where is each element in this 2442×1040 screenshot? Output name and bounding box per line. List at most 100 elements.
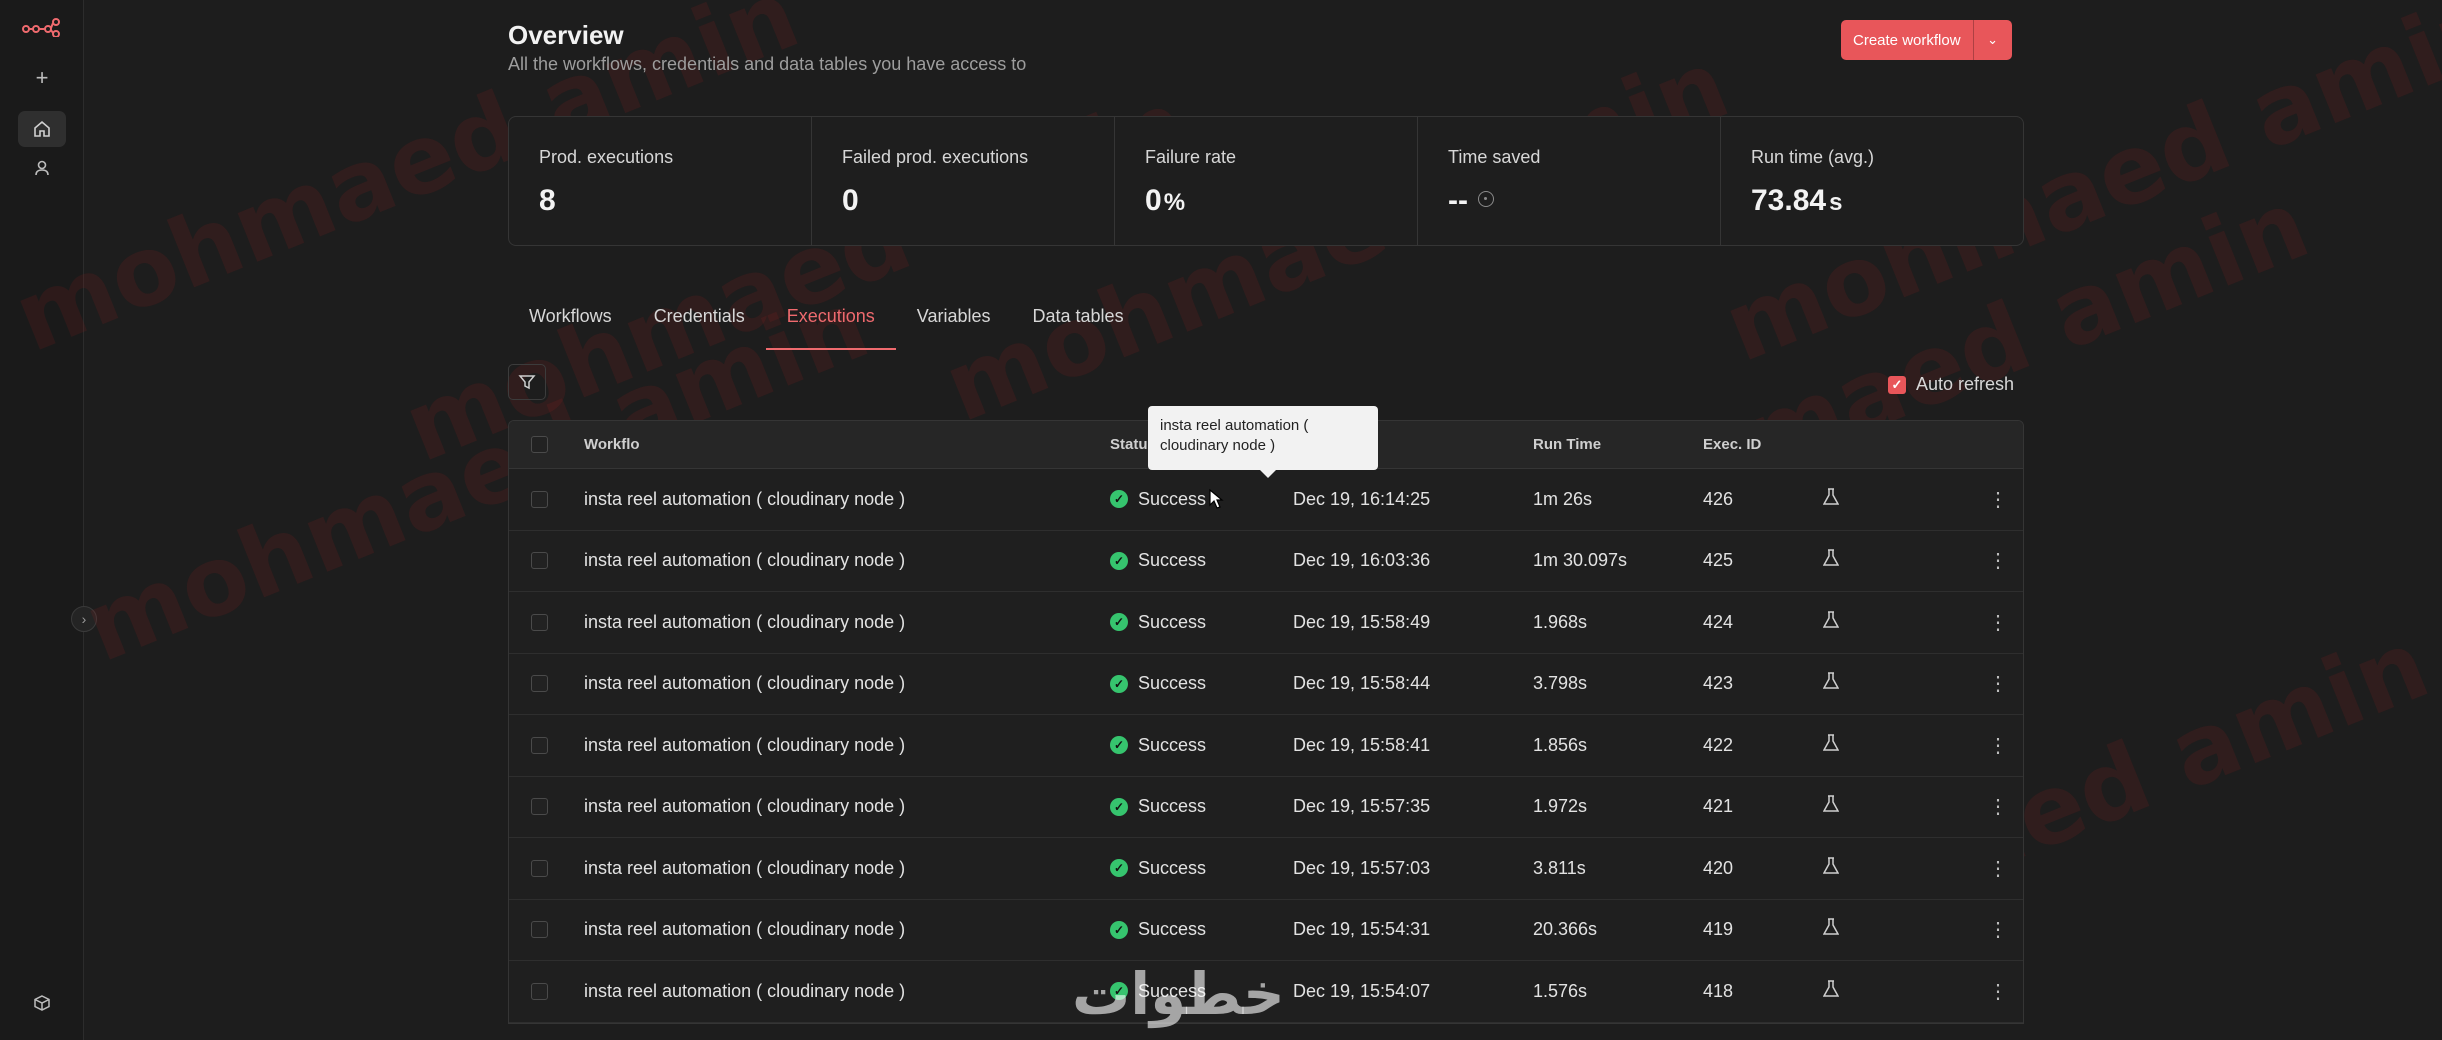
header-workflow[interactable]: Workflo: [584, 436, 1110, 453]
filter-button[interactable]: [508, 364, 546, 400]
n8n-logo-icon[interactable]: [18, 14, 64, 40]
row-menu-icon[interactable]: ⋮: [1978, 917, 2018, 942]
info-icon[interactable]: [1477, 191, 1494, 207]
chevron-down-icon: ⌄: [1987, 32, 1998, 47]
flask-icon[interactable]: [1822, 734, 1840, 752]
table-row[interactable]: insta reel automation ( cloudinary node …: [509, 899, 2023, 961]
row-status-label: Success: [1138, 857, 1207, 878]
create-workflow-group: Create workflow ⌄: [1841, 20, 2012, 60]
row-workflow-name[interactable]: insta reel automation ( cloudinary node …: [584, 550, 1110, 571]
tab-executions[interactable]: Executions: [765, 306, 896, 350]
row-checkbox[interactable]: [531, 982, 548, 1000]
home-button[interactable]: [18, 111, 66, 147]
stat-value: 0: [842, 184, 859, 217]
flask-icon[interactable]: [1822, 980, 1840, 998]
row-menu-icon[interactable]: ⋮: [1978, 610, 2018, 635]
flask-icon[interactable]: [1822, 672, 1840, 690]
row-checkbox[interactable]: [531, 552, 548, 570]
flask-icon[interactable]: [1822, 549, 1840, 567]
header-exec-id[interactable]: Exec. ID: [1703, 436, 1823, 453]
row-menu-icon[interactable]: ⋮: [1978, 794, 2018, 819]
flask-icon[interactable]: [1822, 795, 1840, 813]
row-checkbox[interactable]: [531, 798, 548, 816]
cube-button[interactable]: [18, 985, 66, 1021]
table-row[interactable]: insta reel automation ( cloudinary node …: [509, 653, 2023, 715]
stat-value: 73.84: [1751, 184, 1827, 217]
row-workflow-name[interactable]: insta reel automation ( cloudinary node …: [584, 796, 1110, 817]
table-row[interactable]: insta reel automation ( cloudinary node …: [509, 469, 2023, 531]
table-row[interactable]: insta reel automation ( cloudinary node …: [509, 776, 2023, 838]
row-run-time: 1.972s: [1533, 796, 1588, 817]
header-run-time[interactable]: Run Time: [1533, 436, 1703, 453]
row-status-label: Success: [1138, 611, 1207, 632]
create-workflow-dropdown[interactable]: ⌄: [1974, 20, 2012, 60]
row-checkbox[interactable]: [531, 675, 548, 693]
row-checkbox[interactable]: [531, 613, 548, 631]
sidebar-collapse-button[interactable]: ›: [71, 606, 97, 632]
row-workflow-name[interactable]: insta reel automation ( cloudinary node …: [584, 612, 1110, 633]
row-workflow-name[interactable]: insta reel automation ( cloudinary node …: [584, 673, 1110, 694]
stat-label: Failed prod. executions: [842, 147, 1029, 167]
select-all-checkbox[interactable]: [531, 436, 548, 453]
row-workflow-name[interactable]: insta reel automation ( cloudinary node …: [584, 735, 1110, 756]
tab-data-tables[interactable]: Data tables: [1012, 306, 1145, 350]
row-workflow-name[interactable]: insta reel automation ( cloudinary node …: [584, 981, 1110, 1002]
row-checkbox[interactable]: [531, 736, 548, 754]
row-exec-id: 426: [1703, 488, 1734, 509]
page-title: Overview: [508, 20, 624, 50]
flask-icon[interactable]: [1822, 488, 1840, 506]
row-checkbox[interactable]: [531, 490, 548, 508]
stat-prod-executions[interactable]: Prod. executions 8: [509, 117, 812, 245]
success-check-icon: ✓: [1110, 859, 1128, 878]
row-exec-id: 421: [1703, 796, 1734, 817]
row-checkbox[interactable]: [531, 921, 548, 939]
success-check-icon: ✓: [1110, 674, 1128, 693]
row-checkbox[interactable]: [531, 859, 548, 877]
row-status-label: Success: [1138, 673, 1207, 694]
flask-icon[interactable]: [1822, 918, 1840, 936]
row-status-label: Success: [1138, 734, 1207, 755]
stat-failure-rate[interactable]: Failure rate 0%: [1115, 117, 1418, 245]
row-menu-icon[interactable]: ⋮: [1978, 548, 2018, 573]
stat-label: Run time (avg.): [1751, 147, 1875, 167]
row-workflow-name[interactable]: insta reel automation ( cloudinary node …: [584, 858, 1110, 879]
row-menu-icon[interactable]: ⋮: [1978, 487, 2018, 512]
stat-failed-executions[interactable]: Failed prod. executions 0: [812, 117, 1115, 245]
row-menu-icon[interactable]: ⋮: [1978, 733, 2018, 758]
success-check-icon: ✓: [1110, 736, 1128, 755]
row-exec-id: 420: [1703, 857, 1734, 878]
row-started: Dec 19, 15:58:41: [1293, 734, 1431, 755]
row-workflow-name[interactable]: insta reel automation ( cloudinary node …: [584, 489, 1110, 510]
row-started: Dec 19, 15:54:07: [1293, 980, 1431, 1001]
table-row[interactable]: insta reel automation ( cloudinary node …: [509, 530, 2023, 592]
flask-icon[interactable]: [1822, 611, 1840, 629]
tab-workflows[interactable]: Workflows: [508, 306, 633, 350]
row-run-time: 1.856s: [1533, 734, 1588, 755]
stat-run-time[interactable]: Run time (avg.) 73.84 s: [1721, 117, 2023, 245]
row-menu-icon[interactable]: ⋮: [1978, 856, 2018, 881]
row-exec-id: 425: [1703, 550, 1734, 571]
table-row[interactable]: insta reel automation ( cloudinary node …: [509, 592, 2023, 654]
add-button[interactable]: +: [18, 60, 66, 96]
row-run-time: 1m 26s: [1533, 488, 1593, 509]
table-row[interactable]: insta reel automation ( cloudinary node …: [509, 715, 2023, 777]
row-started: Dec 19, 16:14:25: [1293, 488, 1431, 509]
flask-icon[interactable]: [1822, 857, 1840, 875]
create-workflow-button[interactable]: Create workflow: [1841, 20, 1974, 60]
row-menu-icon[interactable]: ⋮: [1978, 979, 2018, 1004]
row-started: Dec 19, 16:03:36: [1293, 550, 1431, 571]
chevron-right-icon: ›: [81, 611, 87, 627]
stat-value: 0: [1145, 184, 1162, 217]
row-workflow-name[interactable]: insta reel automation ( cloudinary node …: [584, 919, 1110, 940]
plus-icon: +: [35, 65, 49, 90]
user-button[interactable]: [18, 150, 66, 186]
row-menu-icon[interactable]: ⋮: [1978, 671, 2018, 696]
auto-refresh-checkbox[interactable]: ✓: [1888, 375, 1906, 394]
tab-variables[interactable]: Variables: [896, 306, 1012, 350]
row-run-time: 1m 30.097s: [1533, 550, 1628, 571]
table-row[interactable]: insta reel automation ( cloudinary node …: [509, 838, 2023, 900]
tab-credentials[interactable]: Credentials: [633, 306, 766, 350]
row-exec-id: 419: [1703, 919, 1734, 940]
auto-refresh-toggle[interactable]: ✓ Auto refresh: [1888, 374, 2014, 395]
stat-time-saved[interactable]: Time saved --: [1418, 117, 1721, 245]
